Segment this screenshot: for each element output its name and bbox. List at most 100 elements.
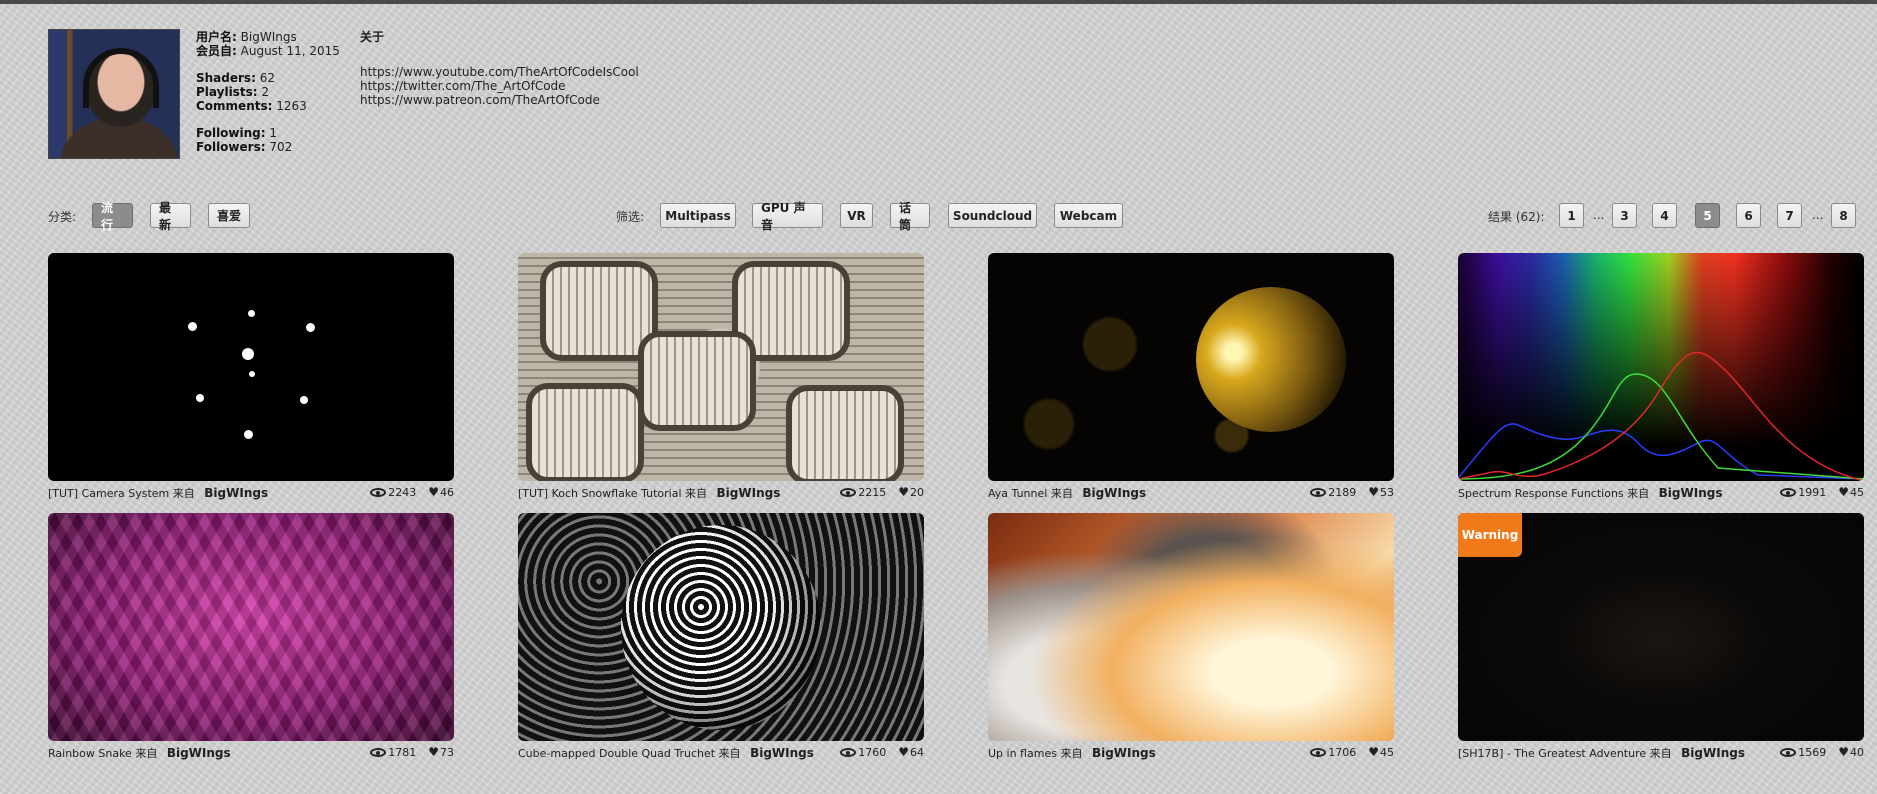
sort-love-button[interactable]: 喜爱 — [208, 203, 250, 228]
shader-thumbnail[interactable]: Warning — [1458, 513, 1864, 741]
pagination-ellipsis: ... — [1812, 208, 1824, 222]
shader-author[interactable]: BigWIngs — [204, 486, 268, 500]
golden-sphere-graphic — [1196, 287, 1346, 432]
eye-icon — [840, 747, 857, 757]
shader-thumbnail[interactable] — [1458, 253, 1864, 481]
shader-card[interactable]: Rainbow Snake 来自 BigWIngs 1781 ♥ 73 — [48, 513, 454, 761]
eye-icon — [1310, 487, 1327, 497]
eye-icon — [1780, 487, 1797, 497]
username: BigWIngs — [240, 30, 297, 44]
shader-author[interactable]: BigWIngs — [1659, 486, 1723, 500]
shader-card[interactable]: Up in flames 来自 BigWIngs 1706 ♥ 45 — [988, 513, 1394, 761]
sort-label: 分类: — [48, 210, 77, 224]
page-6-button[interactable]: 6 — [1736, 203, 1761, 228]
shader-thumbnail[interactable] — [518, 513, 924, 741]
filter-multipass-button[interactable]: Multipass — [660, 203, 736, 228]
sort-popular-button[interactable]: 流行 — [92, 201, 133, 232]
shader-thumbnail[interactable] — [48, 253, 454, 481]
shader-author[interactable]: BigWIngs — [717, 486, 781, 500]
page-8-button[interactable]: 8 — [1831, 203, 1856, 228]
shader-author[interactable]: BigWIngs — [1681, 746, 1745, 760]
view-count: 1760 — [858, 745, 887, 759]
pagination-ellipsis: ... — [1593, 208, 1605, 222]
shader-card[interactable]: [TUT] Camera System 来自 BigWIngs 2243 ♥ 46 — [48, 253, 454, 501]
view-count: 1991 — [1798, 485, 1827, 499]
shader-title[interactable]: Rainbow Snake — [48, 747, 132, 760]
top-bar — [0, 0, 1877, 4]
shaders-count-row: Shaders: 62 — [196, 71, 275, 85]
like-count: 73 — [440, 745, 454, 759]
shader-author[interactable]: BigWIngs — [1092, 746, 1156, 760]
shader-author[interactable]: BigWIngs — [1082, 486, 1146, 500]
about-link-youtube[interactable]: https://www.youtube.com/TheArtOfCodeIsCo… — [360, 65, 639, 79]
page-1-button[interactable]: 1 — [1559, 203, 1584, 228]
eye-icon — [370, 487, 387, 497]
shader-card[interactable]: Cube-mapped Double Quad Truchet 来自 BigWI… — [518, 513, 924, 761]
about-link-patreon[interactable]: https://www.patreon.com/TheArtOfCode — [360, 93, 639, 107]
about-section: 关于 https://www.youtube.com/TheArtOfCodeI… — [360, 30, 639, 107]
shader-title[interactable]: [TUT] Camera System — [48, 487, 169, 500]
heart-icon: ♥ — [428, 485, 439, 499]
view-count: 1569 — [1798, 745, 1827, 759]
filter-label: 筛选: — [616, 210, 645, 224]
shader-author[interactable]: BigWIngs — [750, 746, 814, 760]
shader-title[interactable]: [TUT] Koch Snowflake Tutorial — [518, 487, 682, 500]
page-5-button[interactable]: 5 — [1695, 203, 1720, 228]
shader-title[interactable]: Aya Tunnel — [988, 487, 1047, 500]
shader-title[interactable]: Spectrum Response Functions — [1458, 487, 1624, 500]
shader-meta: Rainbow Snake 来自 BigWIngs 1781 ♥ 73 — [48, 745, 454, 760]
page-3-button[interactable]: 3 — [1612, 203, 1637, 228]
spectrum-curves-graphic — [1458, 351, 1864, 481]
heart-icon: ♥ — [1838, 485, 1849, 499]
shader-meta: [SH17B] - The Greatest Adventure 来自 BigW… — [1458, 745, 1864, 760]
like-count: 64 — [910, 745, 924, 759]
eye-icon — [840, 487, 857, 497]
following-count-row: Following: 1 — [196, 126, 278, 140]
shader-card[interactable]: [TUT] Koch Snowflake Tutorial 来自 BigWIng… — [518, 253, 924, 501]
page-7-button[interactable]: 7 — [1777, 203, 1802, 228]
like-count: 53 — [1380, 485, 1394, 499]
like-count: 45 — [1850, 485, 1864, 499]
like-count: 20 — [910, 485, 924, 499]
page-4-button[interactable]: 4 — [1652, 203, 1677, 228]
filter-microphone-button[interactable]: 话筒 — [890, 201, 930, 232]
followers-count-row: Followers: 702 — [196, 140, 293, 154]
about-link-twitter[interactable]: https://twitter.com/The_ArtOfCode — [360, 79, 639, 93]
shader-meta: [TUT] Camera System 来自 BigWIngs 2243 ♥ 46 — [48, 485, 454, 500]
eye-icon — [1780, 747, 1797, 757]
filter-webcam-button[interactable]: Webcam — [1054, 203, 1123, 228]
shader-title[interactable]: Up in flames — [988, 747, 1057, 760]
shader-meta: Cube-mapped Double Quad Truchet 来自 BigWI… — [518, 745, 924, 760]
shader-meta: Up in flames 来自 BigWIngs 1706 ♥ 45 — [988, 745, 1394, 760]
shader-card[interactable]: Aya Tunnel 来自 BigWIngs 2189 ♥ 53 — [988, 253, 1394, 501]
avatar[interactable] — [48, 29, 180, 159]
warning-badge: Warning — [1458, 513, 1522, 557]
shader-meta: Spectrum Response Functions 来自 BigWIngs … — [1458, 485, 1864, 500]
shader-thumbnail[interactable] — [48, 513, 454, 741]
about-title: 关于 — [360, 30, 385, 44]
shader-card[interactable]: Spectrum Response Functions 来自 BigWIngs … — [1458, 253, 1864, 501]
heart-icon: ♥ — [428, 745, 439, 759]
shader-card[interactable]: Warning [SH17B] - The Greatest Adventure… — [1458, 513, 1864, 761]
filter-gpu-sound-button[interactable]: GPU 声音 — [752, 201, 823, 232]
truchet-sphere-graphic — [621, 525, 821, 730]
shader-title[interactable]: Cube-mapped Double Quad Truchet — [518, 747, 715, 760]
filter-vr-button[interactable]: VR — [840, 203, 873, 228]
shader-meta: [TUT] Koch Snowflake Tutorial 来自 BigWIng… — [518, 485, 924, 500]
shader-thumbnail[interactable] — [988, 253, 1394, 481]
username-row: 用户名: BigWIngs — [196, 30, 297, 44]
filter-soundcloud-button[interactable]: Soundcloud — [948, 203, 1037, 228]
like-count: 40 — [1850, 745, 1864, 759]
shader-author[interactable]: BigWIngs — [167, 746, 231, 760]
view-count: 2215 — [858, 485, 887, 499]
shader-thumbnail[interactable] — [988, 513, 1394, 741]
results-label: 结果 (62): — [1488, 210, 1545, 224]
shader-title[interactable]: [SH17B] - The Greatest Adventure — [1458, 747, 1646, 760]
heart-icon: ♥ — [1368, 485, 1379, 499]
member-since-row: 会员自: August 11, 2015 — [196, 44, 340, 58]
like-count: 46 — [440, 485, 454, 499]
eye-icon — [1310, 747, 1327, 757]
sort-newest-button[interactable]: 最新 — [150, 201, 191, 232]
shader-thumbnail[interactable] — [518, 253, 924, 481]
profile-stats: 用户名: BigWIngs 会员自: August 11, 2015 Shade… — [196, 30, 340, 154]
